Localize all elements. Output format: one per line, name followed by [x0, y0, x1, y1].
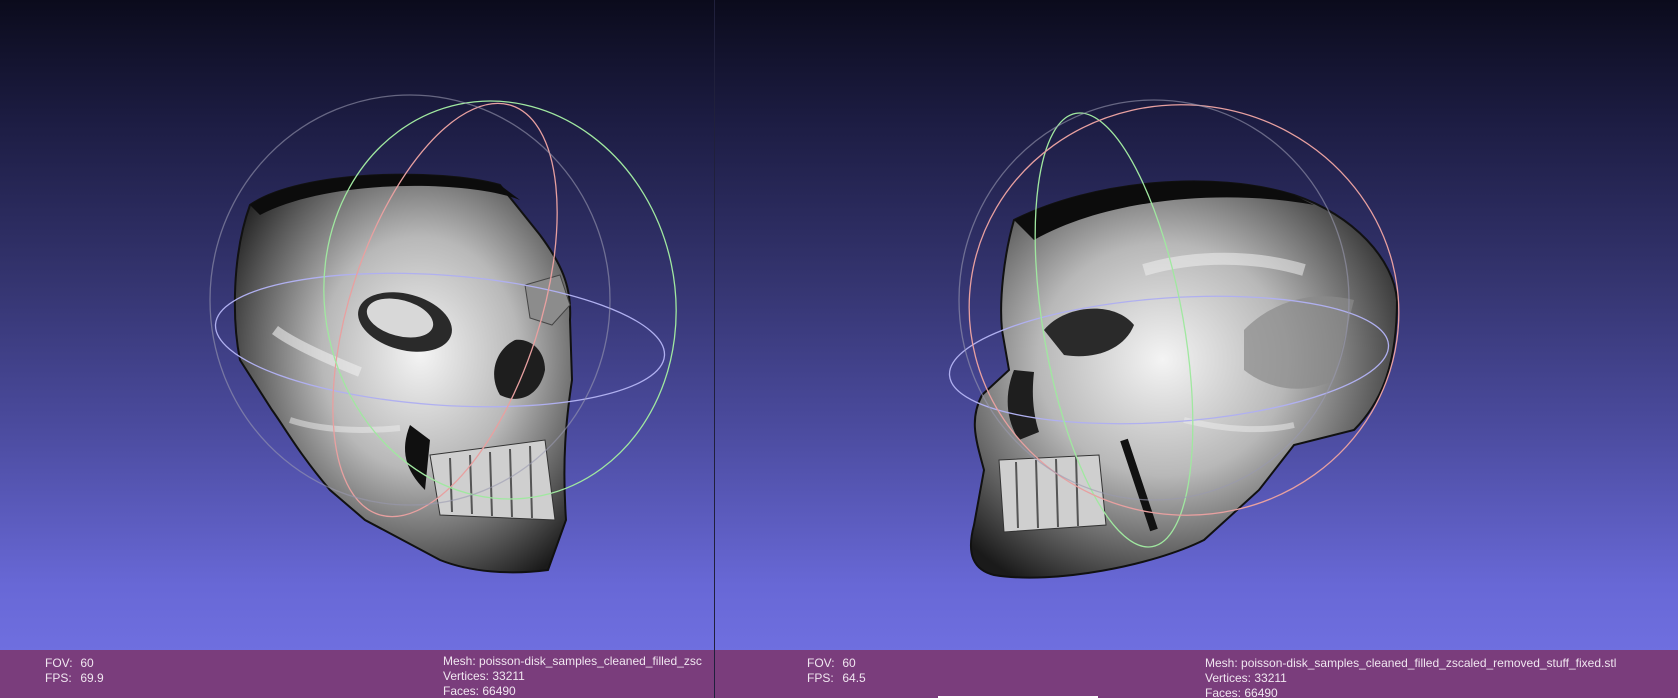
fov-value: 60: [80, 656, 94, 670]
meshlab-window: FOV: 60 FPS: 69.9 Mesh: poisson-disk_sam…: [0, 0, 1678, 698]
viewport-left-scene[interactable]: [0, 0, 714, 650]
faces-value: 66490: [482, 684, 516, 698]
mesh-name-readout: Mesh: poisson-disk_samples_cleaned_fille…: [1205, 656, 1616, 671]
info-bar-left: FOV: 60 FPS: 69.9 Mesh: poisson-disk_sam…: [0, 650, 714, 698]
vertices-readout: Vertices: 33211: [1205, 671, 1287, 686]
vertices-readout: Vertices: 33211: [443, 669, 525, 684]
mesh-label: Mesh:: [443, 654, 476, 668]
info-bar-right: FOV: 60 FPS: 64.5 Mesh: poisson-disk_sam…: [714, 650, 1678, 698]
fps-value: 69.9: [80, 671, 104, 685]
mesh-label: Mesh:: [1205, 656, 1238, 670]
faces-label: Faces:: [443, 684, 480, 698]
mesh-name: poisson-disk_samples_cleaned_filled_zsca…: [1241, 656, 1617, 670]
faces-readout: Faces: 66490: [1205, 686, 1278, 698]
vertices-value: 33211: [1254, 671, 1287, 685]
fps-value: 64.5: [842, 671, 866, 685]
fov-readout: FOV: 60: [807, 656, 856, 671]
vertices-label: Vertices:: [1205, 671, 1252, 685]
fov-value: 60: [842, 656, 856, 670]
faces-readout: Faces: 66490: [443, 684, 516, 698]
mesh-name: poisson-disk_samples_cleaned_filled_zsc: [479, 654, 702, 668]
viewport-right[interactable]: FOV: 60 FPS: 64.5 Mesh: poisson-disk_sam…: [714, 0, 1678, 698]
vertices-value: 33211: [492, 669, 525, 683]
faces-label: Faces:: [1205, 686, 1242, 698]
fps-label: FPS:: [807, 671, 834, 685]
viewport-splitter[interactable]: [714, 0, 715, 698]
viewport-right-scene[interactable]: [714, 0, 1678, 650]
fov-readout: FOV: 60: [45, 656, 94, 671]
vertices-label: Vertices:: [443, 669, 490, 683]
viewport-left[interactable]: FOV: 60 FPS: 69.9 Mesh: poisson-disk_sam…: [0, 0, 714, 698]
fps-readout: FPS: 64.5: [807, 671, 866, 686]
fov-label: FOV:: [45, 656, 73, 670]
fps-label: FPS:: [45, 671, 72, 685]
mesh-name-readout: Mesh: poisson-disk_samples_cleaned_fille…: [443, 654, 714, 669]
faces-value: 66490: [1244, 686, 1278, 698]
fov-label: FOV:: [807, 656, 835, 670]
fps-readout: FPS: 69.9: [45, 671, 104, 686]
skull-mesh-left: [233, 173, 574, 574]
